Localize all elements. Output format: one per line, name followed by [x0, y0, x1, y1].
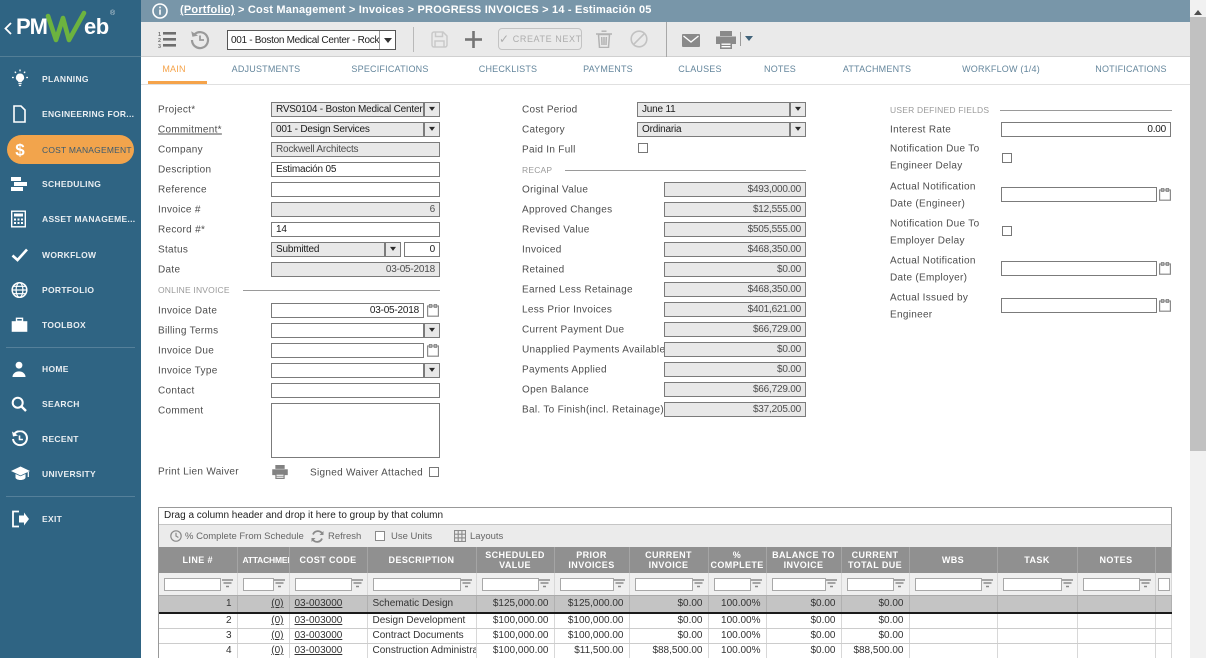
svg-text:$: $	[15, 140, 25, 159]
svg-text:3: 3	[158, 44, 161, 48]
